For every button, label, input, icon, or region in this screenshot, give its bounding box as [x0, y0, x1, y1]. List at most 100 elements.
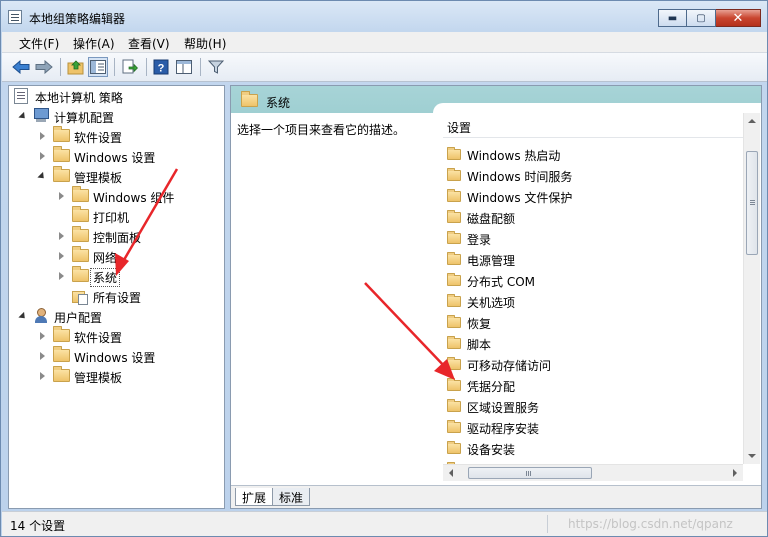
expanded-chevron-icon[interactable]	[37, 171, 47, 182]
up-folder-icon[interactable]	[66, 57, 86, 77]
list-item[interactable]: 可移动存储访问	[447, 354, 737, 375]
list-item[interactable]: 脚本	[447, 333, 737, 354]
expanded-chevron-icon[interactable]	[18, 111, 28, 122]
tree-item-label: 管理模板	[74, 171, 123, 185]
menu-view[interactable]: 查看(V)	[128, 35, 170, 52]
watermark-text: https://blog.csdn.net/qpanz	[568, 517, 733, 531]
horizontal-scroll-thumb[interactable]	[468, 467, 592, 479]
app-window: 本地组策略编辑器 ▬ ▢ ✕ 文件(F) 操作(A) 查看(V) 帮助(H) ?…	[0, 0, 768, 537]
tree-item-label: 所有设置	[93, 291, 142, 305]
tree-item-software-settings[interactable]: 软件设置	[9, 126, 219, 146]
list-item[interactable]: 登录	[447, 228, 737, 249]
tab-standard[interactable]: 标准	[272, 488, 311, 506]
tree-item-label: 网络	[93, 251, 118, 265]
expanded-chevron-icon[interactable]	[18, 311, 28, 322]
back-icon[interactable]	[11, 57, 31, 77]
close-button[interactable]: ✕	[716, 9, 761, 27]
list-item[interactable]: 区域设置服务	[447, 396, 737, 417]
title-bar[interactable]: 本地组策略编辑器 ▬ ▢ ✕	[1, 1, 767, 32]
collapsed-chevron-icon[interactable]	[40, 352, 45, 360]
tree-item-user-windows-settings[interactable]: Windows 设置	[9, 346, 219, 366]
collapsed-chevron-icon[interactable]	[59, 252, 64, 260]
scroll-right-icon[interactable]	[733, 469, 737, 477]
minimize-button[interactable]: ▬	[658, 9, 687, 27]
list-item[interactable]: 凭据分配	[447, 375, 737, 396]
vertical-scrollbar[interactable]	[743, 113, 760, 464]
details-pane: 系统 选择一个项目来查看它的描述。 设置 Windows 热启动 Windows …	[230, 85, 762, 509]
list-item[interactable]: 分布式 COM	[447, 270, 737, 291]
list-item-label: 分布式 COM	[467, 275, 535, 289]
list-item-label: 磁盘配额	[467, 212, 516, 226]
tree-item-user-config[interactable]: 用户配置	[9, 306, 219, 326]
view-tabs: 扩展 标准	[231, 485, 761, 508]
tree-item-label: Windows 设置	[74, 351, 156, 365]
collapsed-chevron-icon[interactable]	[59, 232, 64, 240]
folder-icon	[447, 273, 461, 286]
tree-item-printers[interactable]: 打印机	[9, 206, 219, 226]
list-item[interactable]: 设备安装	[447, 438, 737, 459]
tree-item-windows-components[interactable]: Windows 组件	[9, 186, 219, 206]
extended-view-icon[interactable]	[174, 57, 194, 77]
tree-item-system[interactable]: 系统	[9, 266, 219, 287]
list-item[interactable]: 电源管理	[447, 249, 737, 270]
tree-item-all-settings[interactable]: 所有设置	[9, 286, 219, 306]
list-item[interactable]: 驱动程序安装	[447, 417, 737, 438]
list-item[interactable]: Windows 时间服务	[447, 165, 737, 186]
list-item-label: 凭据分配	[467, 380, 516, 394]
collapsed-chevron-icon[interactable]	[59, 192, 64, 200]
folder-icon	[447, 441, 461, 454]
folder-icon	[447, 231, 461, 244]
tree-item-root[interactable]: 本地计算机 策略	[9, 86, 219, 106]
collapsed-chevron-icon[interactable]	[40, 132, 45, 140]
tree-item-user-software-settings[interactable]: 软件设置	[9, 326, 219, 346]
tree-item-windows-settings[interactable]: Windows 设置	[9, 146, 219, 166]
column-header-setting[interactable]: 设置	[447, 119, 471, 136]
scroll-down-icon[interactable]	[748, 454, 756, 458]
menu-file[interactable]: 文件(F)	[19, 35, 59, 52]
grip-icon	[526, 471, 527, 476]
header-divider	[443, 137, 743, 138]
filter-icon[interactable]	[206, 57, 226, 77]
status-bar: 14 个设置 https://blog.csdn.net/qpanz	[2, 511, 767, 536]
list-item-label: 可移动存储访问	[467, 359, 552, 373]
details-title: 系统	[266, 96, 291, 110]
settings-list[interactable]: 设置 Windows 热启动 Windows 时间服务 Windows 文件保护磁盘…	[433, 103, 761, 483]
menu-action[interactable]: 操作(A)	[73, 35, 115, 52]
folder-icon	[447, 378, 461, 391]
list-item[interactable]: 磁盘配额	[447, 207, 737, 228]
folder-icon	[447, 399, 461, 412]
svg-text:?: ?	[158, 63, 165, 75]
help-icon[interactable]: ?	[151, 57, 171, 77]
collapsed-chevron-icon[interactable]	[40, 372, 45, 380]
collapsed-chevron-icon[interactable]	[59, 272, 64, 280]
horizontal-scrollbar[interactable]	[443, 464, 743, 481]
maximize-button[interactable]: ▢	[687, 9, 716, 27]
collapsed-chevron-icon[interactable]	[40, 332, 45, 340]
folder-icon	[447, 357, 461, 370]
collapsed-chevron-icon[interactable]	[40, 152, 45, 160]
menu-help[interactable]: 帮助(H)	[184, 35, 226, 52]
list-item-label: 脚本	[467, 338, 492, 352]
tree-item-control-panel[interactable]: 控制面板	[9, 226, 219, 246]
list-item[interactable]: 关机选项	[447, 291, 737, 312]
list-item-label: 驱动程序安装	[467, 422, 540, 436]
list-item[interactable]: Windows 热启动	[447, 144, 737, 165]
tab-extended[interactable]: 扩展	[235, 488, 274, 506]
scroll-up-icon[interactable]	[748, 119, 756, 123]
list-item[interactable]: Windows 文件保护	[447, 186, 737, 207]
tree-pane[interactable]: 本地计算机 策略 计算机配置 软件设置 Windows 设置 管理模板 Wind…	[8, 85, 225, 509]
toolbar-separator	[114, 58, 115, 76]
list-item[interactable]: 恢复	[447, 312, 737, 333]
export-list-icon[interactable]	[120, 57, 140, 77]
tree-item-admin-templates[interactable]: 管理模板	[9, 166, 219, 186]
scroll-left-icon[interactable]	[449, 469, 453, 477]
tree-item-computer-config[interactable]: 计算机配置	[9, 106, 219, 126]
forward-icon[interactable]	[34, 57, 54, 77]
list-item-label: Windows 时间服务	[467, 170, 573, 184]
folder-icon	[447, 294, 461, 307]
window-title: 本地组策略编辑器	[29, 12, 126, 26]
tree-item-user-admin-templates[interactable]: 管理模板	[9, 366, 219, 386]
vertical-scroll-thumb[interactable]	[746, 151, 758, 255]
tree-item-network[interactable]: 网络	[9, 246, 219, 266]
show-tree-icon[interactable]	[88, 57, 108, 77]
